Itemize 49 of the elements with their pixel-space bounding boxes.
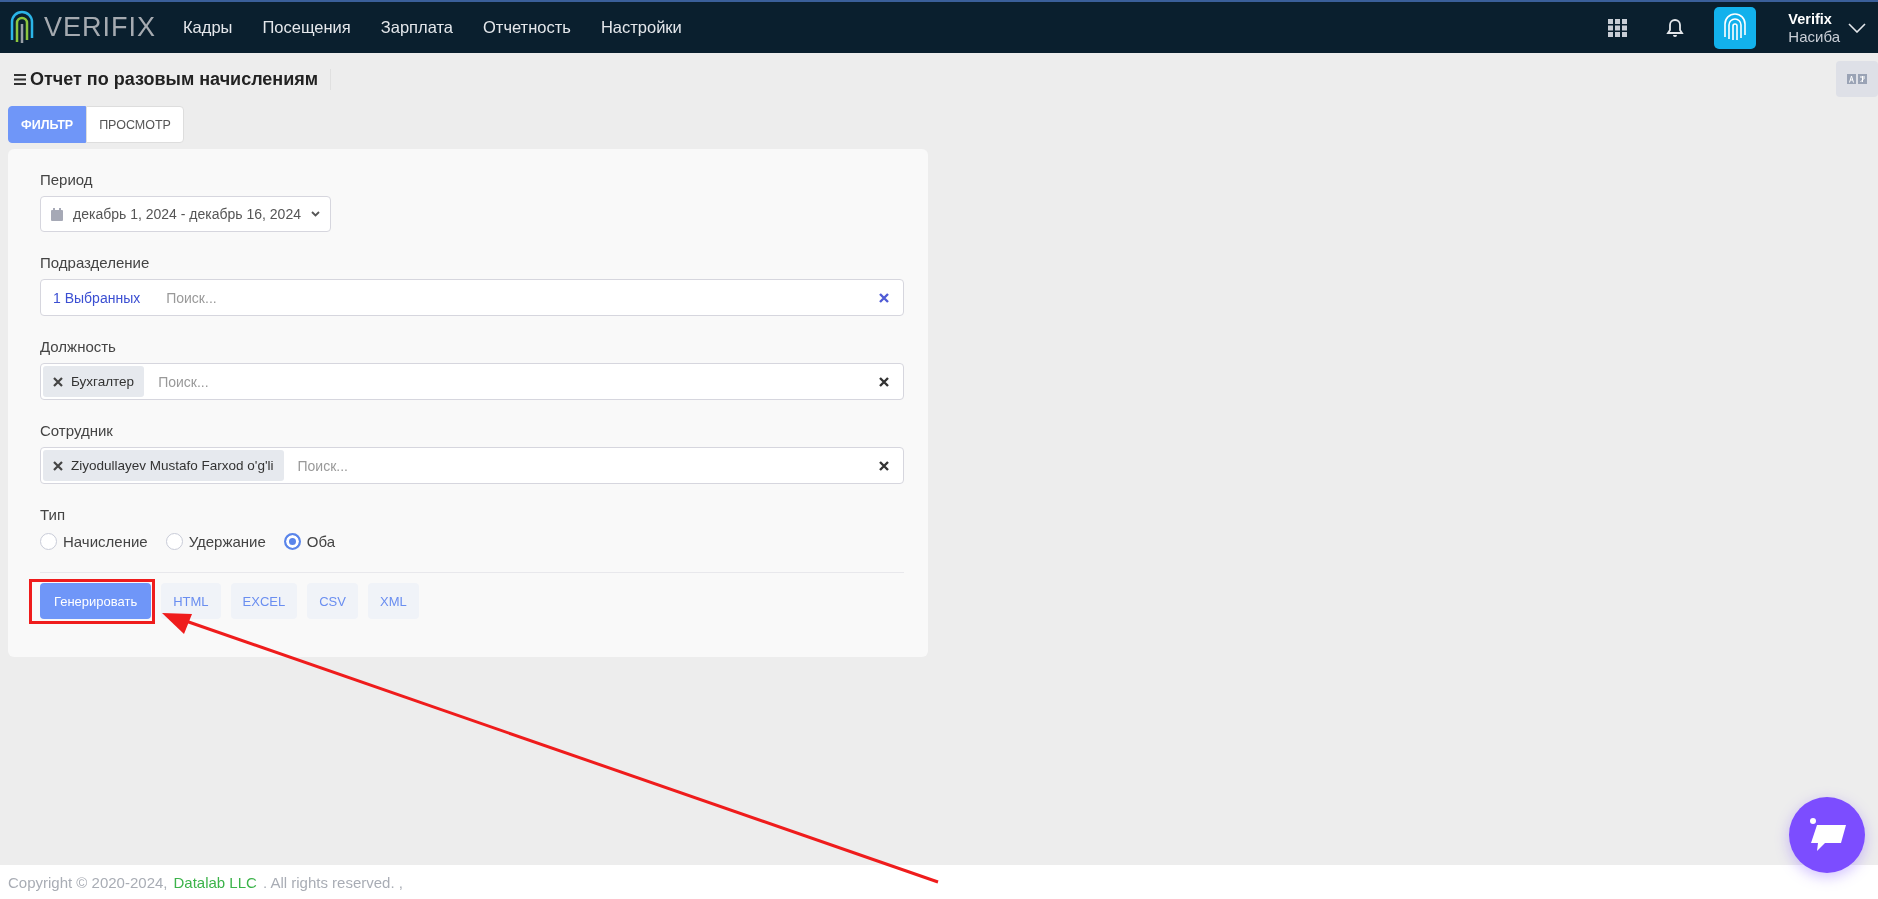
radio-label[interactable]: Начисление bbox=[63, 533, 148, 550]
field-label: Период bbox=[40, 171, 94, 188]
multi-select-field[interactable]: Ziyodullayev Mustafo Farxod o'g'li Поиск... bbox=[40, 447, 904, 484]
tab[interactable]: ПРОСМОТР bbox=[86, 106, 184, 143]
chip-label: Ziyodullayev Mustafo Farxod o'g'li bbox=[71, 458, 274, 473]
search-input[interactable]: Поиск... bbox=[156, 372, 867, 391]
radio-button[interactable] bbox=[40, 533, 57, 550]
page-title: Отчет по разовым начислениям bbox=[30, 68, 319, 90]
nav-link[interactable]: Отчетность bbox=[483, 18, 571, 37]
radio-button[interactable] bbox=[283, 533, 301, 550]
copyright-text: Copyright © 2020-2024, bbox=[8, 873, 168, 891]
translate-icon bbox=[1847, 74, 1867, 84]
logo-text: VERIFIX bbox=[44, 12, 157, 43]
field-label: Сотрудник bbox=[40, 422, 114, 439]
field-label: Тип bbox=[40, 506, 66, 523]
radio-label[interactable]: Удержание bbox=[188, 533, 266, 550]
nav-link[interactable]: Кадры bbox=[183, 18, 233, 37]
search-input[interactable]: Поиск... bbox=[295, 456, 867, 475]
clear-icon[interactable] bbox=[879, 376, 889, 387]
radio-button[interactable] bbox=[165, 533, 183, 550]
chat-button[interactable] bbox=[1789, 797, 1865, 873]
chip-label: Бухгалтер bbox=[71, 374, 135, 389]
radio-label[interactable]: Оба bbox=[306, 533, 336, 550]
field-label: Должность bbox=[40, 338, 117, 355]
clear-icon[interactable] bbox=[879, 460, 889, 471]
fingerprint-avatar-icon[interactable] bbox=[1714, 6, 1757, 49]
fingerprint-logo-icon bbox=[8, 9, 36, 46]
multi-select-field[interactable]: Бухгалтер Поиск... bbox=[40, 363, 904, 400]
rights-text: . All rights reserved. , bbox=[262, 873, 403, 891]
nav-link[interactable]: Настройки bbox=[600, 18, 682, 37]
menu-icon[interactable] bbox=[14, 73, 26, 85]
calendar-icon bbox=[51, 207, 63, 221]
chat-bubble-icon bbox=[1807, 817, 1847, 853]
user-subtitle[interactable]: Насиба bbox=[1788, 27, 1840, 46]
selected-count[interactable]: 1 Выбранных bbox=[43, 289, 141, 306]
remove-icon[interactable] bbox=[53, 376, 63, 387]
clear-icon[interactable] bbox=[879, 292, 889, 303]
apps-grid-icon[interactable] bbox=[1608, 18, 1629, 37]
search-input[interactable]: Поиск... bbox=[164, 288, 867, 307]
user-name[interactable]: Verifix bbox=[1788, 9, 1840, 28]
nav-link[interactable]: Зарплата bbox=[380, 18, 453, 37]
chevron-down-icon bbox=[311, 211, 320, 217]
remove-icon[interactable] bbox=[53, 460, 63, 471]
field-label: Подразделение bbox=[40, 254, 151, 271]
notification-bell-icon[interactable] bbox=[1666, 17, 1685, 38]
nav-link[interactable]: Посещения bbox=[262, 18, 351, 37]
date-range-picker[interactable]: декабрь 1, 2024 - декабрь 16, 2024 bbox=[40, 196, 331, 232]
multi-select-field[interactable]: 1 Выбранных Поиск... bbox=[40, 279, 904, 316]
chevron-down-icon[interactable] bbox=[1848, 22, 1866, 33]
